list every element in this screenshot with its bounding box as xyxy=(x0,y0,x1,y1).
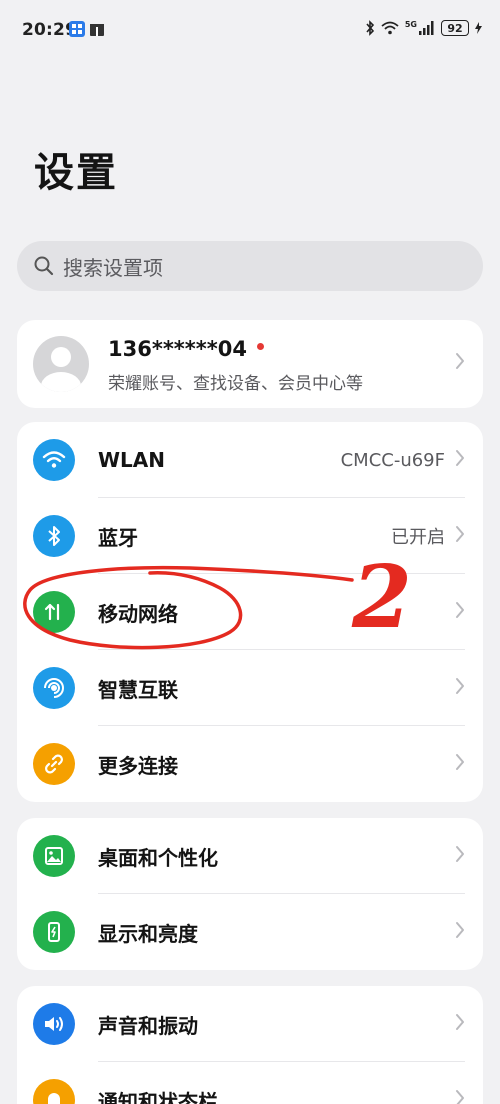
gift-icon xyxy=(90,24,104,36)
wlan-label: WLAN xyxy=(98,448,166,472)
desktop-label: 桌面和个性化 xyxy=(98,845,218,870)
speaker-icon xyxy=(33,1003,75,1045)
sound-label: 声音和振动 xyxy=(98,1013,198,1038)
settings-row-brightness[interactable]: 显示和亮度 xyxy=(17,894,483,970)
bell-icon xyxy=(33,1079,75,1104)
wlan-value: CMCC-u69F xyxy=(340,449,445,471)
wifi-status-icon xyxy=(381,21,399,35)
brightness-label: 显示和亮度 xyxy=(98,921,198,946)
chevron-right-icon xyxy=(456,1090,464,1104)
cell-signal-icon xyxy=(419,21,434,35)
mobile-data-icon xyxy=(33,591,75,633)
bluetooth-icon xyxy=(33,515,75,557)
chevron-right-icon xyxy=(456,846,464,862)
wallpaper-icon xyxy=(33,835,75,877)
status-system-icons: 5G 92 xyxy=(365,20,482,36)
annotation-number: 2 xyxy=(352,547,412,648)
chevron-right-icon xyxy=(456,922,464,938)
settings-row-sound[interactable]: 声音和振动 xyxy=(17,986,483,1062)
settings-row-desktop[interactable]: 桌面和个性化 xyxy=(17,818,483,894)
display-settings-card: 桌面和个性化 显示和亮度 xyxy=(17,818,483,970)
charging-icon xyxy=(475,22,482,34)
chevron-right-icon xyxy=(456,353,464,369)
search-bar[interactable]: 搜索设置项 xyxy=(17,241,483,291)
account-card[interactable]: 136******04 荣耀账号、查找设备、会员中心等 xyxy=(17,320,483,408)
more-connections-label: 更多连接 xyxy=(98,753,178,778)
settings-row-bluetooth[interactable]: 蓝牙 已开启 xyxy=(17,498,483,574)
smart-connect-icon xyxy=(33,667,75,709)
bluetooth-status-icon xyxy=(366,20,374,36)
account-name: 136******04 xyxy=(108,337,247,361)
status-notification-icons xyxy=(69,21,105,37)
notifications-label: 通知和状态栏 xyxy=(98,1089,218,1104)
status-bar: 20:29 5G 92 xyxy=(0,0,500,60)
settings-row-more-connections[interactable]: 更多连接 xyxy=(17,726,483,802)
chevron-right-icon xyxy=(456,526,464,542)
chevron-right-icon xyxy=(456,1014,464,1030)
signal-type-label: 5G xyxy=(404,19,417,29)
mobile-network-label: 移动网络 xyxy=(98,601,178,626)
wifi-icon xyxy=(33,439,75,481)
page-title: 设置 xyxy=(34,150,118,196)
settings-row-wlan[interactable]: WLAN CMCC-u69F xyxy=(17,422,483,498)
chevron-right-icon xyxy=(456,678,464,694)
chevron-right-icon xyxy=(456,450,464,466)
account-name-row: 136******04 xyxy=(108,337,264,361)
settings-page: 20:29 5G 92 设置 搜索设置项 136******04 荣耀账号、查找… xyxy=(0,0,500,1104)
bluetooth-value: 已开启 xyxy=(391,527,445,548)
display-brightness-icon xyxy=(33,911,75,953)
network-settings-card: WLAN CMCC-u69F 蓝牙 已开启 移动网络 智慧互联 更多连接 xyxy=(17,422,483,802)
link-icon xyxy=(33,743,75,785)
settings-row-mobile-network[interactable]: 移动网络 xyxy=(17,574,483,650)
notification-dot xyxy=(256,342,264,350)
bluetooth-label: 蓝牙 xyxy=(98,525,138,550)
chevron-right-icon xyxy=(456,754,464,770)
chevron-right-icon xyxy=(456,602,464,618)
avatar xyxy=(33,336,89,392)
default-avatar-icon xyxy=(41,347,81,392)
search-placeholder: 搜索设置项 xyxy=(63,255,163,280)
settings-row-smart-connect[interactable]: 智慧互联 xyxy=(17,650,483,726)
settings-row-notifications[interactable]: 通知和状态栏 xyxy=(17,1062,483,1104)
account-subtitle: 荣耀账号、查找设备、会员中心等 xyxy=(108,374,363,394)
sound-settings-card: 声音和振动 通知和状态栏 xyxy=(17,986,483,1104)
battery-indicator: 92 xyxy=(441,20,469,36)
search-icon xyxy=(34,256,54,276)
smart-connect-label: 智慧互联 xyxy=(98,677,178,702)
app-notification-icon xyxy=(69,21,85,37)
